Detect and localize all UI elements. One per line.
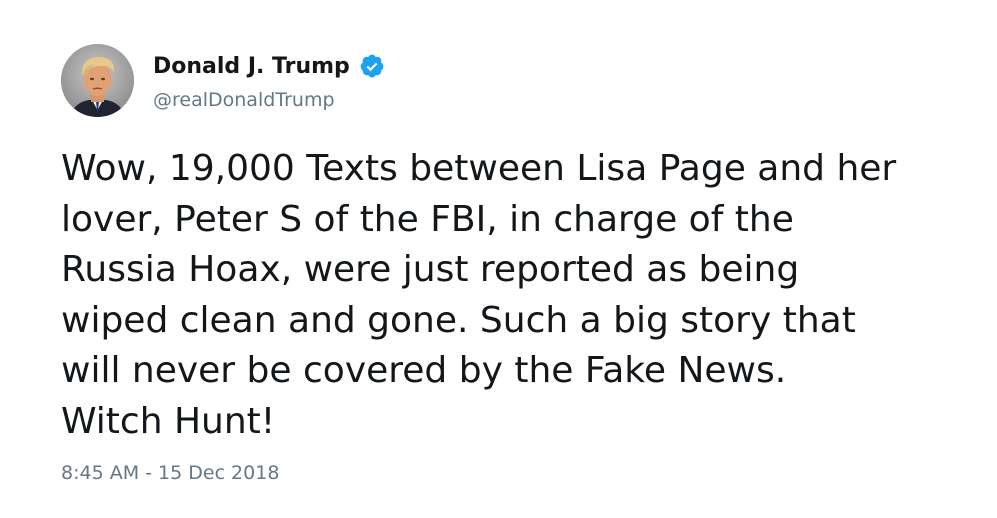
tweet-text: Wow, 19,000 Texts between Lisa Page and … [61, 144, 961, 447]
tweet-text-line: Russia Hoax, were just reported as being [61, 249, 800, 290]
author-display-name[interactable]: Donald J. Trump [153, 54, 350, 79]
author-name-row: Donald J. Trump [153, 49, 385, 83]
tweet-timestamp[interactable]: 8:45 AM - 15 Dec 2018 [61, 462, 279, 484]
tweet-text-line: Witch Hunt! [61, 400, 276, 442]
tweet-text-line: lover, Peter S of the FBI, in charge of … [61, 198, 794, 240]
tweet-card: Donald J. Trump @realDonaldTrump Wow, 19… [0, 0, 997, 518]
author-handle[interactable]: @realDonaldTrump [153, 89, 335, 111]
tweet-text-line: wiped clean and gone. Such a big story t… [61, 299, 856, 341]
avatar[interactable] [61, 44, 134, 117]
verified-badge-icon [359, 53, 385, 79]
profile-photo-icon [61, 44, 134, 117]
tweet-text-line: Wow, 19,000 Texts between Lisa Page and … [61, 148, 897, 189]
tweet-text-line: will never be covered by the Fake News. [61, 350, 787, 391]
